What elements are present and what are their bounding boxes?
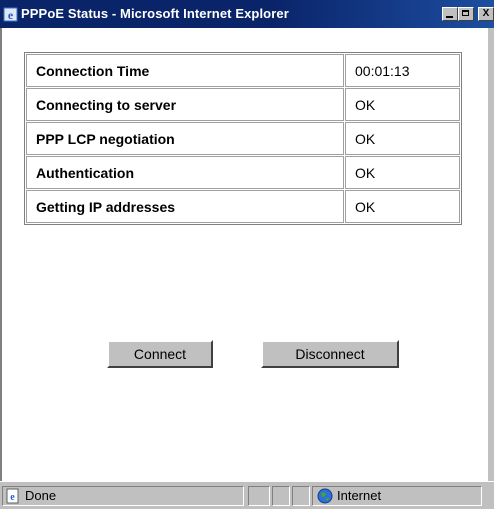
status-panel: e Done: [2, 486, 244, 506]
status-label: PPP LCP negotiation: [26, 122, 344, 155]
zone-text: Internet: [337, 488, 382, 503]
disconnect-button[interactable]: Disconnect: [261, 340, 399, 368]
status-panel-empty: [272, 486, 290, 506]
zone-panel[interactable]: Internet: [312, 486, 482, 506]
status-row: Getting IP addresses OK: [26, 190, 460, 223]
status-label: Getting IP addresses: [26, 190, 344, 223]
ie-logo-icon: e: [3, 7, 18, 22]
pppoe-status-table: Connection Time 00:01:13 Connecting to ser…: [24, 52, 462, 225]
status-row: Connecting to server OK: [26, 88, 460, 121]
status-bar: e Done Internet: [0, 481, 494, 509]
minimize-icon: [446, 16, 453, 18]
svg-text:e: e: [8, 8, 14, 22]
status-value: OK: [345, 88, 460, 121]
status-label: Authentication: [26, 156, 344, 189]
maximize-button[interactable]: [458, 7, 474, 21]
close-icon: X: [482, 8, 490, 19]
maximize-icon: [462, 10, 469, 16]
minimize-button[interactable]: [442, 7, 458, 21]
status-label: Connecting to server: [26, 88, 344, 121]
status-label: Connection Time: [26, 54, 344, 87]
window-title: PPPoE Status - Microsoft Internet Explor…: [21, 6, 289, 21]
status-value: OK: [345, 122, 460, 155]
window-right-edge: [488, 28, 494, 481]
status-value: OK: [345, 190, 460, 223]
status-row: Authentication OK: [26, 156, 460, 189]
close-button[interactable]: X: [478, 7, 494, 21]
ie-page-icon: e: [6, 488, 19, 504]
status-text: Done: [25, 488, 57, 503]
svg-text:e: e: [10, 492, 15, 503]
status-panel-empty: [292, 486, 310, 506]
status-row: Connection Time 00:01:13: [26, 54, 460, 87]
status-value: OK: [345, 156, 460, 189]
status-panel-empty: [248, 486, 270, 506]
status-row: PPP LCP negotiation OK: [26, 122, 460, 155]
globe-icon: [317, 488, 333, 504]
connect-button[interactable]: Connect: [107, 340, 213, 368]
window-title-bar[interactable]: e PPPoE Status - Microsoft Internet Expl…: [0, 0, 494, 28]
status-value: 00:01:13: [345, 54, 460, 87]
